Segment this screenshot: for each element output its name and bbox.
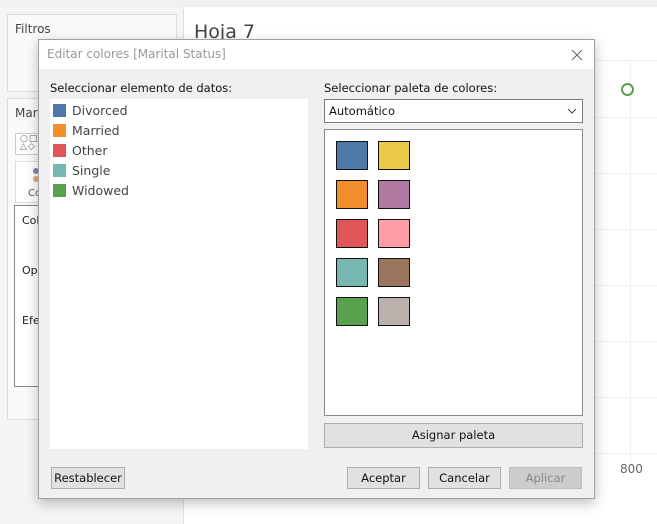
edit-colors-dialog: Editar colores [Marital Status] Seleccio… xyxy=(38,39,595,499)
palette-swatch[interactable] xyxy=(336,297,368,326)
gridline xyxy=(594,397,657,398)
palette-label: Seleccionar paleta de colores: xyxy=(324,81,498,95)
axis-tick-label: 800 xyxy=(620,462,643,476)
data-mark[interactable] xyxy=(621,83,634,96)
palette-swatches xyxy=(324,129,583,416)
color-swatch xyxy=(53,144,66,157)
gridline xyxy=(594,229,657,230)
gridline xyxy=(594,60,657,61)
palette-swatch[interactable] xyxy=(336,141,368,170)
gridline xyxy=(630,62,631,462)
data-item-label: Other xyxy=(72,143,108,158)
shapes-icon: ○□ △◇ xyxy=(20,134,39,152)
gridline xyxy=(594,453,657,454)
color-swatch xyxy=(53,104,66,117)
dialog-title: Editar colores [Marital Status] xyxy=(47,47,226,61)
gridline xyxy=(594,285,657,286)
palette-swatch[interactable] xyxy=(378,141,410,170)
chevron-down-icon xyxy=(567,108,577,114)
color-swatch xyxy=(53,164,66,177)
filters-title: Filtros xyxy=(15,22,51,36)
gridline xyxy=(594,117,657,118)
data-item-widowed[interactable]: Widowed xyxy=(53,182,303,200)
data-item-other[interactable]: Other xyxy=(53,142,303,160)
color-swatch xyxy=(53,184,66,197)
color-swatch xyxy=(53,124,66,137)
apply-button[interactable]: Aplicar xyxy=(509,467,582,489)
gridline xyxy=(594,173,657,174)
data-item-label: Widowed xyxy=(72,183,129,198)
palette-swatch[interactable] xyxy=(378,297,410,326)
palette-swatch[interactable] xyxy=(336,258,368,287)
palette-dropdown-value: Automático xyxy=(329,104,396,118)
assign-palette-button[interactable]: Asignar paleta xyxy=(324,423,583,448)
data-item-single[interactable]: Single xyxy=(53,162,303,180)
close-button[interactable] xyxy=(566,44,588,66)
data-item-divorced[interactable]: Divorced xyxy=(53,102,303,120)
data-items-list: Divorced Married Other Single Widowed xyxy=(50,99,308,449)
close-icon xyxy=(571,49,583,61)
gridline xyxy=(594,341,657,342)
accept-button[interactable]: Aceptar xyxy=(347,467,420,489)
data-item-label: Single xyxy=(72,163,111,178)
palette-swatch[interactable] xyxy=(378,219,410,248)
palette-swatch[interactable] xyxy=(378,258,410,287)
palette-dropdown[interactable]: Automático xyxy=(324,99,583,123)
palette-swatch[interactable] xyxy=(378,180,410,209)
cancel-button[interactable]: Cancelar xyxy=(428,467,501,489)
dialog-titlebar[interactable]: Editar colores [Marital Status] xyxy=(39,40,594,69)
data-items-label: Seleccionar elemento de datos: xyxy=(50,81,233,95)
reset-button[interactable]: Restablecer xyxy=(51,467,125,489)
palette-swatch[interactable] xyxy=(336,180,368,209)
palette-swatch[interactable] xyxy=(336,219,368,248)
data-item-label: Married xyxy=(72,123,120,138)
data-item-label: Divorced xyxy=(72,103,128,118)
popup-effects-label: Efe xyxy=(22,314,40,327)
data-item-married[interactable]: Married xyxy=(53,122,303,140)
